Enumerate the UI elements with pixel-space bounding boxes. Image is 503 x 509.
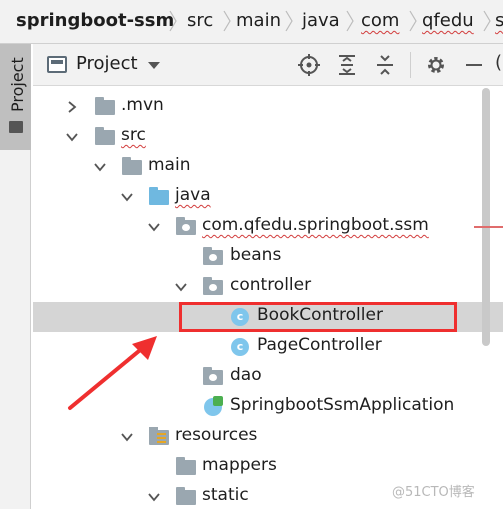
chevron-down-icon[interactable]	[147, 220, 161, 234]
folder-icon	[176, 487, 196, 506]
watermark: @51CTO博客	[392, 485, 475, 500]
tree-item-package-root[interactable]: com.qfedu.springboot.ssm	[33, 212, 503, 242]
expand-all-icon[interactable]	[335, 53, 359, 77]
tree-item-label: java	[175, 185, 211, 205]
project-view-selector[interactable]: Project	[76, 53, 138, 74]
editor-edge-marker	[474, 226, 503, 228]
folder-icon	[122, 157, 142, 176]
tree-item-label: dao	[230, 365, 262, 385]
folder-icon	[176, 457, 196, 476]
breadcrumb-separator-icon	[284, 10, 294, 32]
chevron-down-icon[interactable]	[120, 430, 134, 444]
tree-item-label: PageController	[257, 335, 382, 355]
chevron-down-icon[interactable]	[148, 62, 160, 69]
gear-icon[interactable]	[424, 53, 448, 77]
breadcrumb-item-java[interactable]: java	[302, 10, 340, 31]
package-icon	[203, 247, 223, 266]
tree-item-label: beans	[230, 245, 282, 265]
package-icon	[203, 367, 223, 386]
header-truncated-text: (	[495, 52, 503, 73]
package-icon	[176, 217, 196, 236]
chevron-down-icon[interactable]	[174, 280, 188, 294]
project-folder-icon	[9, 121, 23, 133]
breadcrumb-item-main[interactable]: main	[236, 10, 281, 31]
tree-scrollbar[interactable]	[482, 88, 490, 346]
breadcrumb-item-project[interactable]: springboot-ssm	[16, 10, 174, 31]
project-panel-header: Project (	[33, 44, 503, 86]
tree-item-resources[interactable]: resources	[33, 422, 503, 452]
breadcrumb-separator-icon	[345, 10, 355, 32]
chevron-down-icon[interactable]	[65, 130, 79, 144]
breadcrumb-item-com[interactable]: com	[361, 10, 399, 31]
tree-item-label: main	[148, 155, 191, 175]
collapse-all-icon[interactable]	[373, 53, 397, 77]
folder-icon	[95, 97, 115, 116]
class-icon: c	[230, 338, 250, 356]
breadcrumb-separator-icon	[168, 10, 178, 32]
tree-item-controller[interactable]: controller	[33, 272, 503, 302]
tree-item-label: resources	[175, 425, 258, 445]
breadcrumb-separator-icon	[482, 10, 492, 32]
locate-target-icon[interactable]	[297, 53, 321, 77]
tree-item-label: src	[121, 125, 146, 145]
ide-window: springboot-ssm src main java com qfedu s…	[0, 0, 503, 509]
tree-item-label: BookController	[257, 305, 383, 325]
tree-item-mappers[interactable]: mappers	[33, 452, 503, 482]
resources-folder-icon	[149, 427, 169, 446]
project-tree: .mvn src main java com.qfedu.springboot.…	[33, 86, 503, 509]
breadcrumb-item-qfedu[interactable]: qfedu	[422, 10, 474, 31]
breadcrumb: springboot-ssm src main java com qfedu s	[0, 0, 503, 44]
tree-item-mvn[interactable]: .mvn	[33, 92, 503, 122]
toolbar-separator	[410, 52, 411, 78]
tree-item-beans[interactable]: beans	[33, 242, 503, 272]
chevron-right-icon[interactable]	[65, 100, 79, 114]
tree-item-label: .mvn	[121, 95, 164, 115]
breadcrumb-separator-icon	[222, 10, 232, 32]
minimize-icon[interactable]	[462, 53, 486, 77]
project-view-icon	[47, 56, 67, 73]
breadcrumb-item-truncated[interactable]: s	[495, 10, 503, 31]
annotation-arrow-icon	[68, 336, 157, 410]
tree-item-main[interactable]: main	[33, 152, 503, 182]
breadcrumb-separator-icon	[408, 10, 418, 32]
tree-item-label: com.qfedu.springboot.ssm	[202, 215, 429, 235]
tree-item-label: mappers	[202, 455, 277, 475]
chevron-down-icon[interactable]	[147, 490, 161, 504]
tree-item-src[interactable]: src	[33, 122, 503, 152]
breadcrumb-item-src[interactable]: src	[187, 10, 213, 31]
chevron-down-icon[interactable]	[120, 190, 134, 204]
tree-item-label: static	[202, 485, 249, 505]
folder-icon	[95, 127, 115, 146]
chevron-down-icon[interactable]	[93, 160, 107, 174]
project-tool-tab-label: Project	[8, 57, 27, 112]
source-root-folder-icon	[149, 187, 169, 206]
tree-item-java[interactable]: java	[33, 182, 503, 212]
tree-item-label: SpringbootSsmApplication	[230, 395, 455, 415]
tree-item-label: controller	[230, 275, 312, 295]
class-icon: c	[230, 308, 250, 326]
spring-boot-app-icon	[203, 396, 223, 416]
package-icon	[203, 277, 223, 296]
